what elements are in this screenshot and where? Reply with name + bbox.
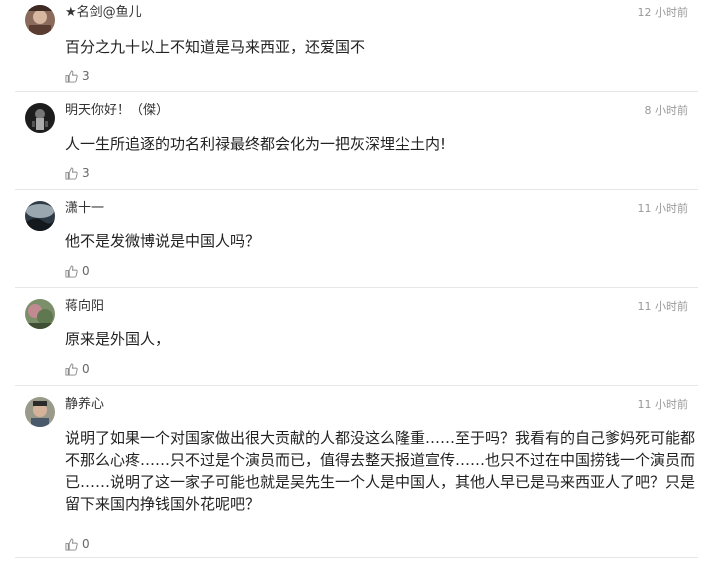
divider — [15, 557, 698, 558]
thumbs-up-icon — [65, 264, 78, 278]
comment-text: 原来是外国人， — [65, 330, 171, 348]
divider — [15, 91, 698, 92]
timestamp: 11 小时前 — [637, 300, 689, 313]
timestamp: 11 小时前 — [637, 202, 689, 215]
divider — [15, 385, 698, 386]
avatar[interactable] — [25, 5, 55, 35]
thumbs-up-icon — [65, 69, 78, 83]
comment-text: 人一生所追逐的功名利禄最终都会化为一把灰深埋尘土内! — [65, 135, 447, 153]
like-count: 0 — [82, 537, 90, 551]
thumbs-up-icon — [65, 537, 78, 551]
username[interactable]: 潇十一 — [65, 200, 104, 218]
like-button[interactable]: 0 — [65, 361, 90, 377]
comment-text: 他不是发微博说是中国人吗？ — [65, 232, 261, 250]
username[interactable]: 蒋向阳 — [65, 298, 104, 316]
thumbs-up-icon — [65, 166, 78, 180]
like-count: 3 — [82, 69, 90, 83]
comment-text: 百分之九十以上不知道是马来西亚，还爱国不 — [65, 38, 366, 56]
like-count: 3 — [82, 166, 90, 180]
like-button[interactable]: 0 — [65, 263, 90, 279]
username[interactable]: 静养心 — [65, 396, 104, 414]
avatar[interactable] — [25, 299, 55, 329]
username[interactable]: ★名剑@鱼儿 — [65, 4, 142, 22]
avatar[interactable] — [25, 201, 55, 231]
divider — [15, 189, 698, 190]
avatar[interactable] — [25, 103, 55, 133]
like-count: 0 — [82, 264, 90, 278]
like-button[interactable]: 3 — [65, 165, 90, 181]
timestamp: 8 小时前 — [644, 104, 689, 117]
comment-text: 说明了如果一个对国家做出很大贡献的人都没这么隆重……至于吗？我看有的自己爹妈死可… — [65, 429, 696, 513]
timestamp: 12 小时前 — [637, 6, 689, 19]
like-button[interactable]: 0 — [65, 536, 90, 552]
thumbs-up-icon — [65, 362, 78, 376]
avatar[interactable] — [25, 397, 55, 427]
like-button[interactable]: 3 — [65, 68, 90, 84]
username[interactable]: 明天你好！（傑） — [65, 102, 169, 120]
like-count: 0 — [82, 362, 90, 376]
timestamp: 11 小时前 — [637, 398, 689, 411]
divider — [15, 287, 698, 288]
